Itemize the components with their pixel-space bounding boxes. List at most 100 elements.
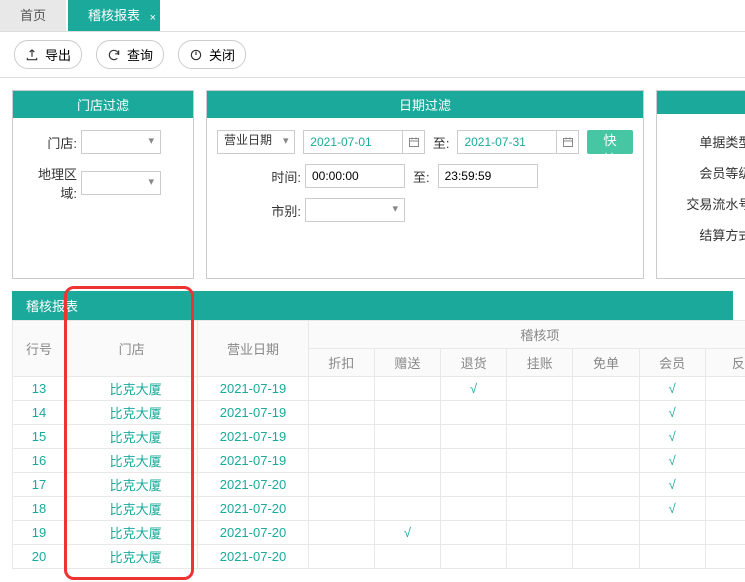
time-to-input[interactable] (438, 164, 538, 188)
filters-row: 门店过滤 门店: 地理区域: 日期过滤 营业日期 至: 快捷 (0, 78, 745, 291)
cell-store: 比克大厦 (65, 401, 197, 425)
table-row[interactable]: 20比克大厦2021-07-20 (13, 545, 745, 569)
store-label: 门店: (23, 133, 81, 152)
cell-check: √ (639, 449, 705, 473)
tab-home[interactable]: 首页 (0, 0, 66, 31)
cell-date: 2021-07-19 (198, 449, 308, 473)
query-label: 查询 (127, 45, 153, 64)
table-row[interactable]: 13比克大厦2021-07-19√√ (13, 377, 745, 401)
cell-check (573, 545, 639, 569)
cell-store: 比克大厦 (65, 425, 197, 449)
col-member: 会员 (639, 349, 705, 377)
table-row[interactable]: 17比克大厦2021-07-20√ (13, 473, 745, 497)
cell-check (705, 377, 745, 401)
cell-store: 比克大厦 (65, 521, 197, 545)
store-select[interactable] (81, 130, 161, 154)
cell-rownum: 13 (13, 377, 66, 401)
close-icon[interactable]: × (150, 2, 156, 34)
power-icon (189, 48, 203, 62)
cell-check (441, 497, 507, 521)
cell-check: √ (374, 521, 440, 545)
cell-check: √ (639, 497, 705, 521)
cell-check (705, 545, 745, 569)
date-to-input[interactable] (457, 130, 557, 154)
tab-report[interactable]: 稽核报表 × (68, 0, 160, 31)
col-free: 免单 (573, 349, 639, 377)
table-row[interactable]: 16比克大厦2021-07-19√ (13, 449, 745, 473)
close-label: 关闭 (209, 45, 235, 64)
cell-check (507, 545, 573, 569)
cell-check (374, 449, 440, 473)
col-store: 门店 (65, 321, 197, 377)
right-filter-panel: 单据类型: 会员等级: 交易流水号: 结算方式: (656, 90, 745, 279)
cell-date: 2021-07-20 (198, 521, 308, 545)
cell-check (374, 497, 440, 521)
cell-check: √ (639, 425, 705, 449)
cell-check (308, 497, 374, 521)
cell-check (308, 545, 374, 569)
time-label: 时间: (217, 167, 305, 186)
col-rownum: 行号 (13, 321, 66, 377)
cell-rownum: 19 (13, 521, 66, 545)
store-filter-title: 门店过滤 (13, 91, 193, 118)
cell-check (705, 521, 745, 545)
cell-check (308, 425, 374, 449)
close-button[interactable]: 关闭 (178, 40, 246, 69)
cell-check (705, 473, 745, 497)
cell-store: 比克大厦 (65, 377, 197, 401)
cell-check (507, 401, 573, 425)
cell-check (308, 449, 374, 473)
calendar-icon[interactable] (403, 130, 425, 154)
col-group: 稽核项 (308, 321, 745, 349)
cell-check (507, 425, 573, 449)
cell-check: √ (639, 401, 705, 425)
table-row[interactable]: 19比克大厦2021-07-20 √ (13, 521, 745, 545)
cell-store: 比克大厦 (65, 545, 197, 569)
member-level-label: 会员等级: (667, 157, 745, 188)
export-label: 导出 (45, 45, 71, 64)
cell-check (705, 497, 745, 521)
time-from-input[interactable] (305, 164, 405, 188)
export-button[interactable]: 导出 (14, 40, 82, 69)
cell-check (639, 521, 705, 545)
cell-date: 2021-07-19 (198, 401, 308, 425)
store-filter-panel: 门店过滤 门店: 地理区域: (12, 90, 194, 279)
cell-check (308, 401, 374, 425)
calendar-icon[interactable] (557, 130, 579, 154)
region-select[interactable] (81, 171, 161, 195)
cell-check (374, 545, 440, 569)
report-title: 稽核报表 (12, 291, 733, 320)
shift-label: 市别: (217, 201, 305, 220)
table-row[interactable]: 18比克大厦2021-07-20√ (13, 497, 745, 521)
cell-check (308, 473, 374, 497)
cell-rownum: 15 (13, 425, 66, 449)
cell-check (705, 425, 745, 449)
table-row[interactable]: 15比克大厦2021-07-19√ (13, 425, 745, 449)
cell-check (308, 377, 374, 401)
cell-date: 2021-07-20 (198, 497, 308, 521)
quick-button[interactable]: 快捷 (587, 130, 633, 154)
trade-no-label: 交易流水号: (667, 188, 745, 219)
tab-bar: 首页 稽核报表 × (0, 0, 745, 32)
cell-check (374, 401, 440, 425)
date-from-input[interactable] (303, 130, 403, 154)
cell-check (507, 521, 573, 545)
bizdate-type-select[interactable]: 营业日期 (217, 130, 295, 154)
to-label-1: 至: (433, 133, 450, 152)
cell-check (441, 521, 507, 545)
cell-check (507, 497, 573, 521)
col-credit: 挂账 (507, 349, 573, 377)
col-gift: 赠送 (374, 349, 440, 377)
query-button[interactable]: 查询 (96, 40, 164, 69)
settle-label: 结算方式: (667, 219, 745, 250)
cell-rownum: 16 (13, 449, 66, 473)
cell-check (374, 473, 440, 497)
cell-check (308, 521, 374, 545)
shift-select[interactable] (305, 198, 405, 222)
cell-check (441, 425, 507, 449)
col-date: 营业日期 (198, 321, 308, 377)
cell-rownum: 20 (13, 545, 66, 569)
cell-date: 2021-07-20 (198, 473, 308, 497)
cell-check (441, 401, 507, 425)
table-row[interactable]: 14比克大厦2021-07-19√ (13, 401, 745, 425)
